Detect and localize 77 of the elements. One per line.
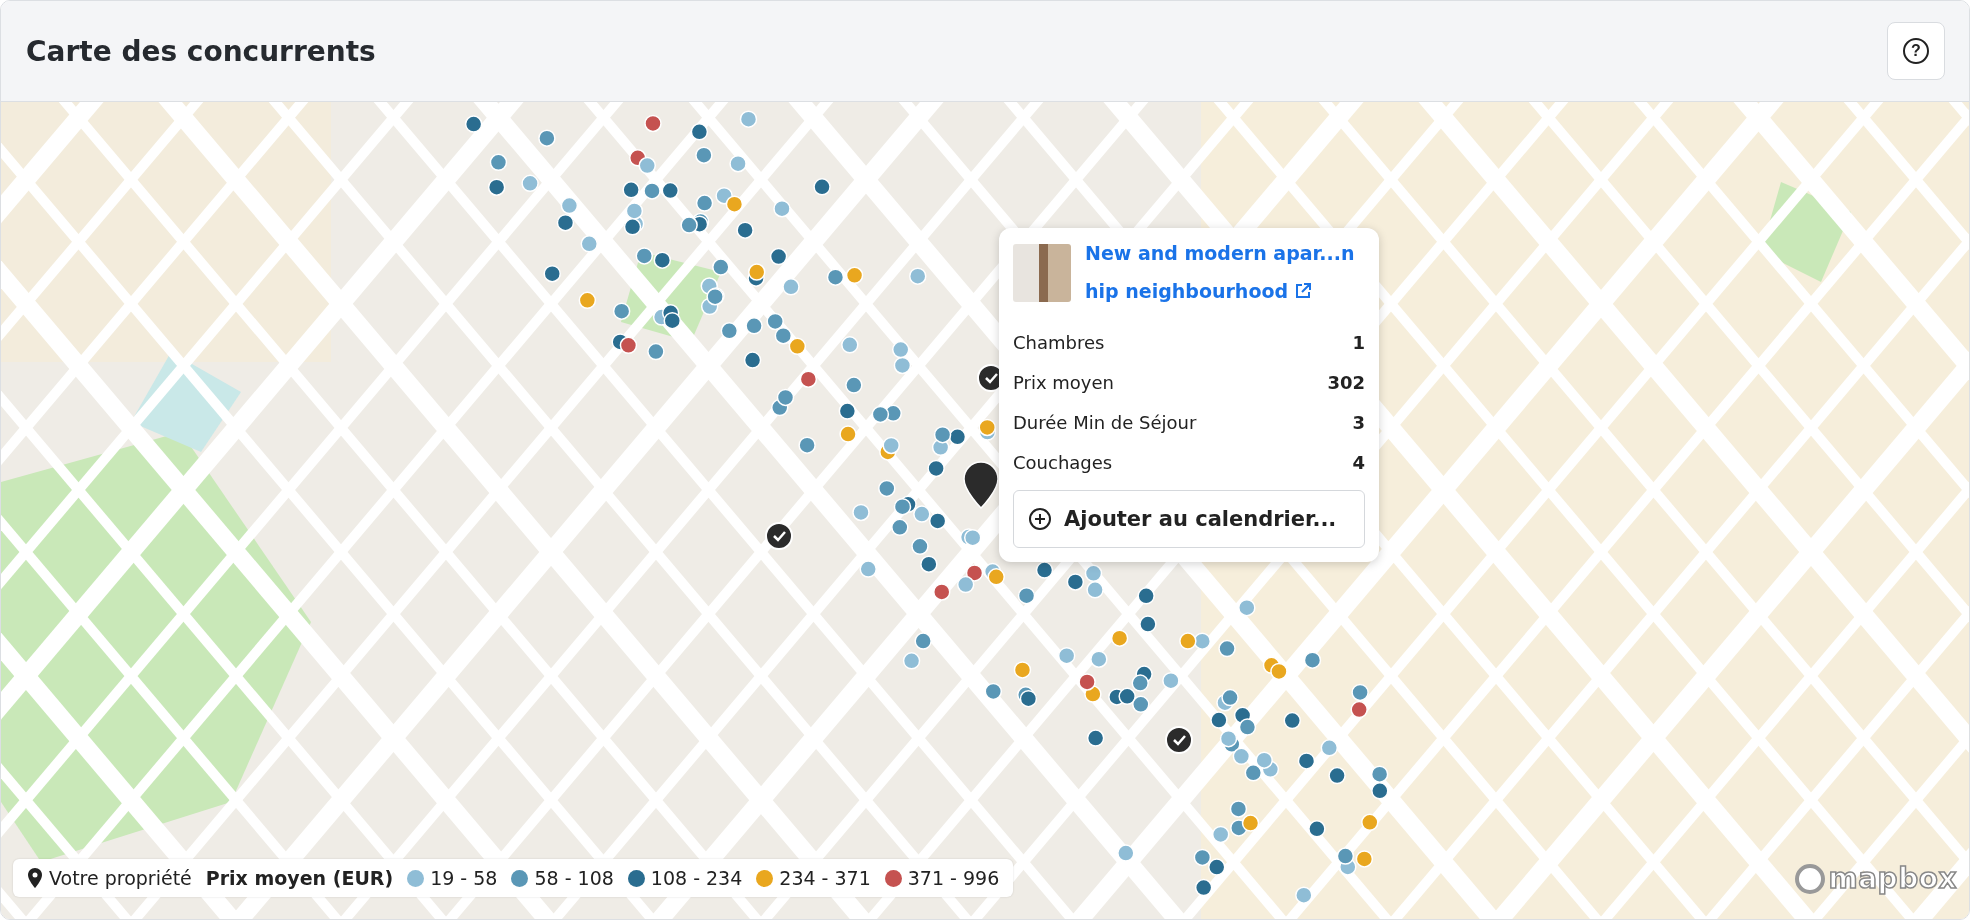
- price-marker[interactable]: [845, 376, 863, 394]
- price-marker[interactable]: [1013, 661, 1032, 679]
- add-to-calendar-button[interactable]: Ajouter au calendrier...: [1013, 490, 1365, 548]
- price-marker[interactable]: [1210, 711, 1228, 729]
- price-marker[interactable]: [1297, 752, 1316, 770]
- field-value: 3: [1352, 411, 1365, 433]
- price-marker[interactable]: [1218, 639, 1236, 658]
- price-marker[interactable]: [913, 505, 931, 523]
- field-label: Durée Min de Séjour: [1013, 411, 1197, 433]
- price-marker[interactable]: [1351, 683, 1369, 702]
- price-marker[interactable]: [623, 218, 642, 236]
- price-marker[interactable]: [788, 337, 807, 356]
- price-marker[interactable]: [1137, 587, 1155, 605]
- price-marker[interactable]: [736, 221, 754, 239]
- field-value: 4: [1352, 451, 1365, 473]
- price-marker[interactable]: [1241, 814, 1260, 832]
- price-marker[interactable]: [914, 632, 932, 650]
- price-marker[interactable]: [1283, 711, 1301, 730]
- price-marker[interactable]: [706, 287, 724, 306]
- price-marker[interactable]: [612, 302, 631, 320]
- legend-label: Votre propriété: [49, 867, 192, 889]
- price-marker[interactable]: [635, 247, 653, 265]
- price-marker[interactable]: [489, 153, 508, 172]
- price-marker[interactable]: [845, 266, 864, 285]
- price-marker[interactable]: [1118, 687, 1136, 706]
- plus-circle-icon: [1028, 507, 1052, 531]
- legend-title: Prix moyen (EUR): [205, 867, 394, 889]
- price-marker[interactable]: [1221, 688, 1239, 707]
- price-marker[interactable]: [1019, 689, 1038, 708]
- price-marker[interactable]: [1132, 695, 1150, 714]
- price-marker[interactable]: [1193, 848, 1212, 867]
- price-marker[interactable]: [1179, 632, 1197, 650]
- price-marker[interactable]: [521, 174, 539, 193]
- price-marker[interactable]: [1066, 573, 1085, 591]
- listing-link[interactable]: New and modern apar...n hip neighbourhood: [1085, 234, 1365, 310]
- help-button[interactable]: ?: [1887, 22, 1945, 80]
- price-marker[interactable]: [538, 129, 556, 147]
- price-marker[interactable]: [933, 425, 952, 444]
- price-marker[interactable]: [841, 336, 859, 354]
- price-marker[interactable]: [1355, 850, 1374, 868]
- field-label: Chambres: [1013, 331, 1105, 353]
- price-marker[interactable]: [978, 418, 996, 437]
- price-marker[interactable]: [556, 214, 575, 232]
- page-title: Carte des concurrents: [26, 34, 376, 68]
- location-pin-icon[interactable]: [963, 461, 999, 509]
- price-marker[interactable]: [487, 178, 506, 196]
- location-pin-icon: [27, 867, 43, 889]
- price-marker[interactable]: [748, 263, 766, 281]
- price-marker[interactable]: [909, 267, 927, 285]
- legend-label: 58 - 108: [534, 867, 614, 889]
- price-marker[interactable]: [622, 181, 640, 199]
- price-marker[interactable]: [543, 265, 561, 283]
- legend-label: 19 - 58: [430, 867, 498, 889]
- external-link-icon: [1294, 282, 1313, 300]
- price-marker[interactable]: [882, 436, 900, 455]
- legend-label: 234 - 371: [779, 867, 871, 889]
- field-label: Couchages: [1013, 451, 1113, 473]
- price-marker[interactable]: [695, 194, 714, 212]
- price-marker[interactable]: [1361, 813, 1379, 832]
- price-marker[interactable]: [1131, 674, 1149, 692]
- legend-label: 371 - 996: [907, 867, 1000, 889]
- price-marker[interactable]: [920, 555, 938, 573]
- price-marker[interactable]: [1086, 729, 1105, 747]
- legend-label: 108 - 234: [650, 867, 743, 889]
- price-marker[interactable]: [653, 251, 672, 269]
- price-marker[interactable]: [1229, 800, 1248, 818]
- price-marker[interactable]: [911, 537, 929, 556]
- price-marker[interactable]: [902, 652, 921, 670]
- field-value: 302: [1327, 371, 1365, 393]
- price-marker[interactable]: [1328, 766, 1346, 785]
- price-marker[interactable]: [813, 178, 831, 196]
- field-label: Prix moyen: [1013, 371, 1114, 393]
- price-marker[interactable]: [798, 436, 816, 454]
- price-marker[interactable]: [695, 146, 713, 164]
- price-marker[interactable]: [578, 291, 597, 310]
- photo-placeholder: [1013, 244, 1071, 302]
- field-value: 1: [1352, 331, 1365, 353]
